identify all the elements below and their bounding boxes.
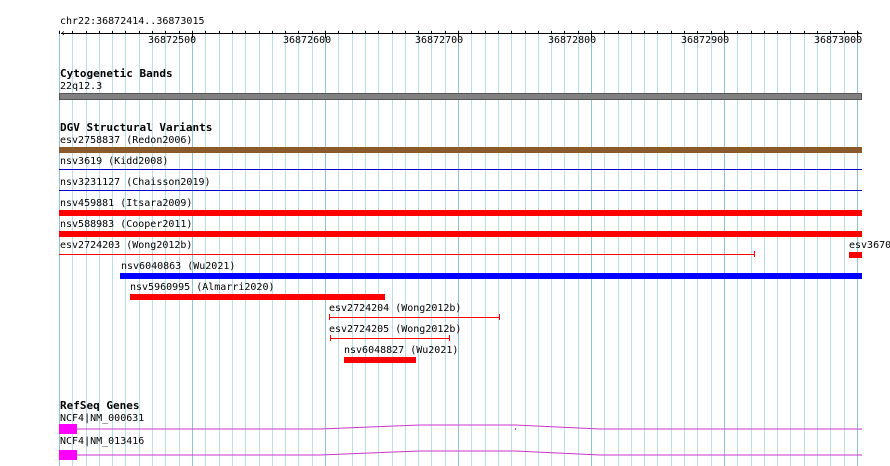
ruler-minor-tick: [538, 31, 539, 34]
ruler-minor-tick: [618, 31, 619, 34]
ruler-minor-tick: [298, 31, 299, 34]
ruler-left-arrow: ‹: [60, 28, 67, 39]
genome-browser: chr22:36872414..36873015 ‹ › 36872500 36…: [0, 0, 890, 466]
ruler-minor-tick: [644, 31, 645, 34]
ruler-minor-tick: [125, 31, 126, 34]
variant-label: nsv588983 (Cooper2011): [60, 219, 193, 230]
ruler-minor-tick: [711, 31, 712, 34]
ruler-minor-tick: [830, 31, 831, 34]
ruler-minor-tick: [511, 31, 512, 34]
ruler-minor-tick: [844, 31, 845, 34]
ruler-minor-tick: [72, 31, 73, 34]
ruler-minor-tick: [99, 31, 100, 34]
ruler-minor-tick: [179, 31, 180, 34]
ruler-minor-tick: [338, 31, 339, 34]
variant-label: nsv5960995 (Almarri2020): [130, 282, 275, 293]
variant-label: nsv3619 (Kidd2008): [60, 156, 169, 167]
ruler-minor-tick: [112, 31, 113, 34]
ruler-minor-tick: [631, 31, 632, 34]
ruler-minor-tick: [312, 31, 313, 34]
ruler-minor-tick: [245, 31, 246, 34]
variant-label: nsv459881 (Itsara2009): [60, 198, 193, 209]
ruler-minor-tick: [697, 31, 698, 34]
ruler-tick-label: 36872700: [415, 35, 464, 46]
variant-label: esv2758837 (Redon2006): [60, 135, 193, 146]
ruler-minor-tick: [219, 31, 220, 34]
ruler-minor-tick: [777, 31, 778, 34]
ruler-minor-tick: [564, 31, 565, 34]
ruler-minor-tick: [751, 31, 752, 34]
variant-bar[interactable]: [59, 190, 862, 191]
variant-bar[interactable]: [130, 294, 385, 300]
ruler-tick-label: 36872500: [148, 35, 197, 46]
cytoband-track-title: Cytogenetic Bands: [60, 67, 173, 80]
ruler-minor-tick: [684, 31, 685, 34]
ruler-tick-label: 36873000: [814, 35, 863, 46]
ruler-tick-label: 36872800: [548, 35, 597, 46]
ruler-minor-tick: [418, 31, 419, 34]
ruler-minor-tick: [604, 31, 605, 34]
ruler-minor-tick: [551, 31, 552, 34]
ruler-minor-tick: [152, 31, 153, 34]
ruler-minor-tick: [232, 31, 233, 34]
variant-line[interactable]: [329, 317, 500, 318]
variant-line[interactable]: [330, 338, 450, 339]
ruler-minor-tick: [392, 31, 393, 34]
variant-label: esv2724203 (Wong2012b): [60, 240, 193, 251]
variant-end-cap: [499, 314, 500, 320]
ruler-minor-tick: [764, 31, 765, 34]
variant-label: nsv3231127 (Chaisson2019): [60, 177, 211, 188]
cytoband-bar[interactable]: [59, 93, 862, 100]
ruler-minor-tick: [272, 31, 273, 34]
variant-label: nsv6048827 (Wu2021): [344, 345, 459, 356]
variant-end-cap: [449, 335, 450, 341]
ruler-minor-tick: [471, 31, 472, 34]
ruler-minor-tick: [86, 31, 87, 34]
variant-line[interactable]: [59, 254, 754, 255]
variant-bar[interactable]: [344, 357, 416, 363]
ruler-minor-tick: [804, 31, 805, 34]
ruler-tick-label: 36872900: [681, 35, 730, 46]
cytoband-label: 22q12.3: [60, 81, 103, 92]
ruler-minor-tick: [59, 31, 60, 34]
ruler-minor-tick: [737, 31, 738, 34]
ruler-tick-label: 36872600: [283, 35, 332, 46]
ruler-minor-tick: [205, 31, 206, 34]
variant-bar[interactable]: [59, 147, 862, 153]
ruler-minor-tick: [790, 31, 791, 34]
variant-bar[interactable]: [59, 210, 862, 216]
ruler-minor-tick: [657, 31, 658, 34]
ruler-minor-tick: [431, 31, 432, 34]
variant-end-cap: [754, 251, 755, 257]
ruler-minor-tick: [445, 31, 446, 34]
ruler-minor-tick: [405, 31, 406, 34]
ruler-minor-tick: [578, 31, 579, 34]
variant-label: esv2724204 (Wong2012b): [329, 303, 462, 314]
variant-bar[interactable]: [120, 273, 862, 279]
variant-label: esv2724205 (Wong2012b): [329, 324, 462, 335]
ruler-minor-tick: [365, 31, 366, 34]
refseq-track-title: RefSeq Genes: [60, 399, 140, 412]
ruler-minor-tick: [498, 31, 499, 34]
ruler-minor-tick: [352, 31, 353, 34]
ruler-minor-tick: [285, 31, 286, 34]
ruler-minor-tick: [485, 31, 486, 34]
ruler-minor-tick: [139, 31, 140, 34]
ruler-minor-tick: [671, 31, 672, 34]
ruler-minor-tick: [259, 31, 260, 34]
gene-model[interactable]: [0, 445, 890, 465]
location-label: chr22:36872414..36873015: [60, 16, 205, 27]
ruler-minor-tick: [817, 31, 818, 34]
ruler-minor-tick: [165, 31, 166, 34]
ruler-minor-tick: [378, 31, 379, 34]
variant-label: nsv6040863 (Wu2021): [121, 261, 236, 272]
variant-label: esv3670: [849, 240, 890, 251]
dgv-track-title: DGV Structural Variants: [60, 121, 213, 134]
variant-bar[interactable]: [849, 252, 862, 258]
variant-bar[interactable]: [59, 231, 862, 237]
ruler-minor-tick: [525, 31, 526, 34]
ruler-line: [61, 33, 862, 34]
variant-bar[interactable]: [59, 169, 862, 170]
